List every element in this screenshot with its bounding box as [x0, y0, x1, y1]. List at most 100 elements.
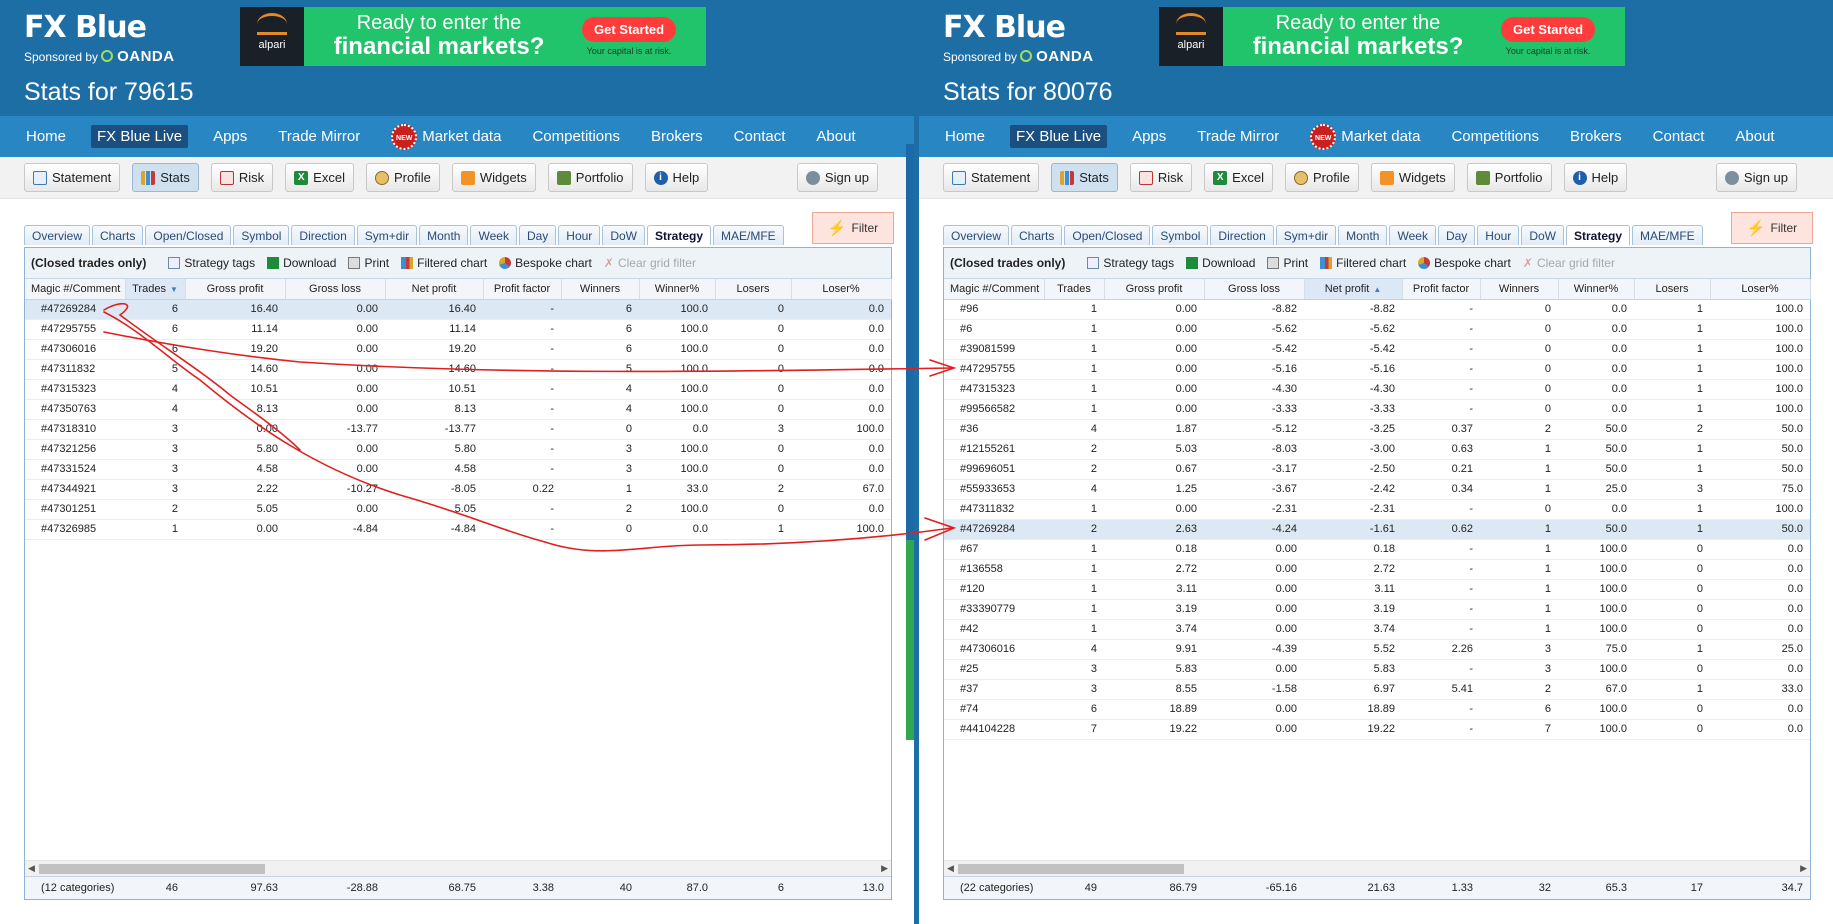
table-row[interactable]: #47306016 4 9.91 -4.39 5.52 2.26 3 75.0 1 25.0 [944, 639, 1810, 660]
table-row[interactable]: #136558 1 2.72 0.00 2.72-1 100.0 0 0.0 [944, 559, 1810, 580]
strategy-tags-button[interactable]: Strategy tags [1087, 256, 1174, 270]
table-row[interactable]: #47269284 6 16.40 0.00 16.40-6 100.0 0 0.0 [25, 299, 891, 320]
download-button[interactable]: Download [1186, 256, 1255, 270]
table-row[interactable]: #42 1 3.74 0.00 3.74-1 100.0 0 0.0 [944, 619, 1810, 640]
nav-trade-mirror[interactable]: Trade Mirror [1191, 125, 1285, 148]
column-header-net-profit[interactable]: Net profit ▲ [1304, 279, 1403, 300]
profile-button[interactable]: Profile [1284, 163, 1359, 192]
scroll-right-arrow-icon[interactable]: ▶ [881, 863, 888, 874]
filtered-chart-button[interactable]: Filtered chart [1320, 256, 1406, 270]
table-row[interactable]: #47326985 1 0.00 -4.84 -4.84-0 0.0 1 100.0 [25, 519, 891, 540]
risk-button[interactable]: Risk [210, 163, 274, 192]
table-row[interactable]: #47318310 3 0.00 -13.77 -13.77-0 0.0 3 100.0 [25, 419, 891, 440]
column-header-profit-factor[interactable]: Profit factor [483, 279, 562, 300]
column-header-loser[interactable]: Loser% [1710, 279, 1811, 300]
column-header-loser[interactable]: Loser% [791, 279, 892, 300]
scrollbar-thumb[interactable] [39, 864, 265, 874]
tab-week[interactable]: Week [1389, 225, 1436, 245]
column-header-trades[interactable]: Trades ▼ [125, 279, 186, 300]
table-row[interactable]: #37 3 8.55 -1.58 6.97 5.41 2 67.0 1 33.0 [944, 679, 1810, 700]
nav-apps[interactable]: Apps [1126, 125, 1172, 148]
nav-brokers[interactable]: Brokers [1564, 125, 1628, 148]
print-button[interactable]: Print [348, 256, 389, 270]
tab-open-closed[interactable]: Open/Closed [1064, 225, 1151, 245]
column-header-magic-comment[interactable]: Magic #/Comment [944, 279, 1045, 300]
column-header-trades[interactable]: Trades [1044, 279, 1105, 300]
tab-overview[interactable]: Overview [943, 225, 1010, 245]
tab-direction[interactable]: Direction [291, 225, 355, 245]
column-header-winners[interactable]: Winners [1480, 279, 1559, 300]
tab-symbol[interactable]: Symbol [1152, 225, 1209, 245]
fxblue-logo[interactable]: FX Blue [24, 10, 147, 45]
table-row[interactable]: #99696051 2 0.67 -3.17 -2.50 0.21 1 50.0 1 50.0 [944, 459, 1810, 480]
tab-day[interactable]: Day [1437, 225, 1476, 245]
table-row[interactable]: #47315323 1 0.00 -4.30 -4.30-0 0.0 1 100.0 [944, 379, 1810, 400]
widgets-button[interactable]: Widgets [451, 163, 536, 192]
tab-sym-dir[interactable]: Sym+dir [1275, 225, 1337, 245]
help-button[interactable]: i Help [1563, 163, 1628, 192]
tab-open-closed[interactable]: Open/Closed [145, 225, 232, 245]
table-row[interactable]: #47306016 6 19.20 0.00 19.20-6 100.0 0 0.0 [25, 339, 891, 360]
table-row[interactable]: #44104228 7 19.22 0.00 19.22-7 100.0 0 0.0 [944, 719, 1810, 740]
bespoke-chart-button[interactable]: Bespoke chart [1418, 256, 1511, 270]
tab-hour[interactable]: Hour [1477, 225, 1520, 245]
column-header-gross-profit[interactable]: Gross profit [185, 279, 286, 300]
table-row[interactable]: #47331524 3 4.58 0.00 4.58-3 100.0 0 0.0 [25, 459, 891, 480]
nav-home[interactable]: Home [939, 125, 991, 148]
nav-about[interactable]: About [1729, 125, 1780, 148]
nav-home[interactable]: Home [20, 125, 72, 148]
table-row[interactable]: #47344921 3 2.22 -10.27 -8.05 0.22 1 33.0 2 67.0 [25, 479, 891, 500]
tab-day[interactable]: Day [518, 225, 557, 245]
table-row[interactable]: #25 3 5.83 0.00 5.83-3 100.0 0 0.0 [944, 659, 1810, 680]
strategy-tags-button[interactable]: Strategy tags [168, 256, 255, 270]
table-row[interactable]: #12155261 2 5.03 -8.03 -3.00 0.63 1 50.0 1 50.0 [944, 439, 1810, 460]
nav-competitions[interactable]: Competitions [526, 125, 626, 148]
scroll-left-arrow-icon[interactable]: ◀ [947, 863, 954, 874]
horizontal-scrollbar[interactable]: ◀ ▶ [25, 860, 891, 876]
column-header-profit-factor[interactable]: Profit factor [1402, 279, 1481, 300]
tab-strategy[interactable]: Strategy [1565, 225, 1631, 245]
scroll-right-arrow-icon[interactable]: ▶ [1800, 863, 1807, 874]
table-row[interactable]: #36 4 1.87 -5.12 -3.25 0.37 2 50.0 2 50.0 [944, 419, 1810, 440]
filtered-chart-button[interactable]: Filtered chart [401, 256, 487, 270]
scrollbar-thumb[interactable] [906, 540, 914, 740]
stats-button[interactable]: Stats [1051, 163, 1118, 192]
table-row[interactable]: #47301251 2 5.05 0.00 5.05-2 100.0 0 0.0 [25, 499, 891, 520]
column-header-net-profit[interactable]: Net profit [385, 279, 484, 300]
nav-contact[interactable]: Contact [728, 125, 792, 148]
nav-market-data[interactable]: NEW Market data [1304, 121, 1426, 153]
profile-button[interactable]: Profile [365, 163, 440, 192]
table-row[interactable]: #120 1 3.11 0.00 3.11-1 100.0 0 0.0 [944, 579, 1810, 600]
alpari-ad-banner[interactable]: alpari Ready to enter the financial mark… [240, 7, 706, 66]
tab-direction[interactable]: Direction [1210, 225, 1274, 245]
table-row[interactable]: #47311832 5 14.60 0.00 14.60-5 100.0 0 0.0 [25, 359, 891, 380]
download-button[interactable]: Download [267, 256, 336, 270]
column-header-winner[interactable]: Winner% [639, 279, 716, 300]
nav-competitions[interactable]: Competitions [1445, 125, 1545, 148]
nav-market-data[interactable]: NEW Market data [385, 121, 507, 153]
tab-strategy[interactable]: Strategy [646, 225, 712, 245]
portfolio-button[interactable]: Portfolio [1466, 163, 1552, 192]
table-row[interactable]: #39081599 1 0.00 -5.42 -5.42-0 0.0 1 100.0 [944, 339, 1810, 360]
table-row[interactable]: #55933653 4 1.25 -3.67 -2.42 0.34 1 25.0 3 75.0 [944, 479, 1810, 500]
risk-button[interactable]: Risk [1129, 163, 1193, 192]
tab-mae-mfe[interactable]: MAE/MFE [1632, 225, 1703, 245]
statement-button[interactable]: Statement [24, 163, 121, 192]
table-row[interactable]: #6 1 0.00 -5.62 -5.62-0 0.0 1 100.0 [944, 319, 1810, 340]
help-button[interactable]: i Help [644, 163, 709, 192]
table-row[interactable]: #96 1 0.00 -8.82 -8.82-0 0.0 1 100.0 [944, 299, 1810, 320]
bespoke-chart-button[interactable]: Bespoke chart [499, 256, 592, 270]
scrollbar-thumb[interactable] [958, 864, 1184, 874]
column-header-magic-comment[interactable]: Magic #/Comment [25, 279, 126, 300]
sign-up-button[interactable]: Sign up [1715, 163, 1797, 192]
widgets-button[interactable]: Widgets [1370, 163, 1455, 192]
table-row[interactable]: #99566582 1 0.00 -3.33 -3.33-0 0.0 1 100.0 [944, 399, 1810, 420]
get-started-button[interactable]: Get Started [1501, 17, 1596, 42]
tab-mae-mfe[interactable]: MAE/MFE [713, 225, 784, 245]
table-row[interactable]: #74 6 18.89 0.00 18.89-6 100.0 0 0.0 [944, 699, 1810, 720]
filter-button[interactable]: ⚡ Filter [812, 212, 894, 244]
nav-about[interactable]: About [810, 125, 861, 148]
column-header-gross-loss[interactable]: Gross loss [1204, 279, 1305, 300]
tab-charts[interactable]: Charts [1011, 225, 1063, 245]
horizontal-scrollbar[interactable]: ◀ ▶ [944, 860, 1810, 876]
